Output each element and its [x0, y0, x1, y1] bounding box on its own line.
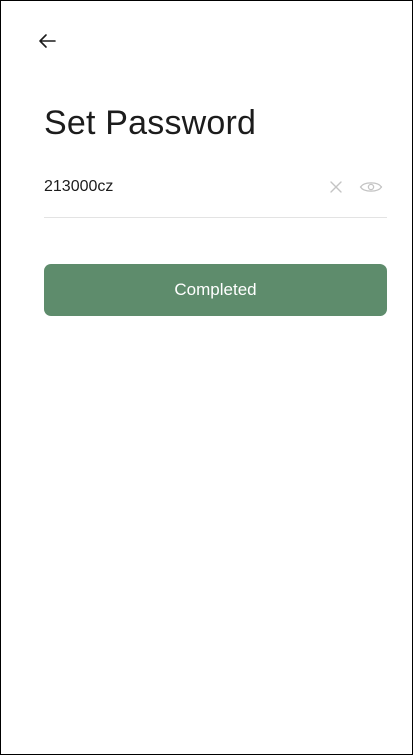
eye-icon: [359, 182, 383, 192]
password-field: [44, 157, 387, 218]
toggle-visibility-button[interactable]: [358, 177, 384, 197]
page-title: Set Password: [44, 104, 257, 142]
completed-button[interactable]: Completed: [44, 264, 387, 316]
clear-button[interactable]: [326, 177, 346, 197]
arrow-left-icon: [39, 34, 56, 48]
password-input[interactable]: [44, 157, 314, 217]
app-screen: Set Password Completed: [0, 0, 413, 755]
back-button[interactable]: [33, 27, 61, 55]
close-icon: [330, 181, 342, 193]
